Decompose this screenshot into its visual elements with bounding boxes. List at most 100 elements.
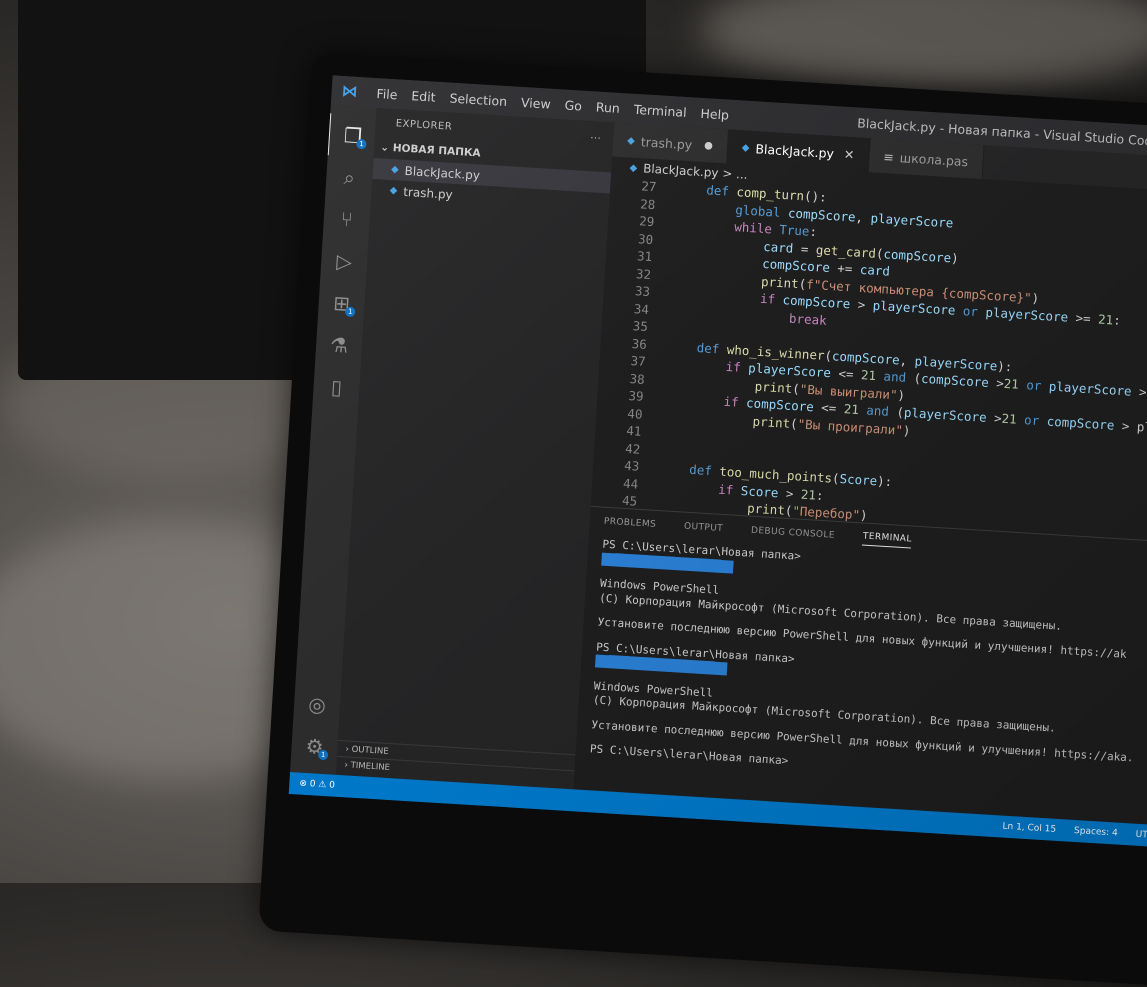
laptop-screen: ⋈ File Edit Selection View Go Run Termin… [288, 75, 1147, 848]
code-token: card [859, 261, 891, 279]
menu-file[interactable]: File [369, 85, 405, 102]
code-token: Score [740, 482, 779, 500]
code-token: print [760, 273, 800, 291]
python-icon: ◆ [390, 164, 399, 176]
menu-terminal[interactable]: Terminal [626, 101, 694, 120]
tab-problems[interactable]: PROBLEMS [603, 516, 657, 532]
code-token: print [754, 378, 793, 396]
tab-debug-console[interactable]: DEBUG CONSOLE [751, 525, 835, 543]
menu-selection[interactable]: Selection [442, 90, 514, 109]
search-icon[interactable]: ⌕ [325, 155, 373, 200]
extensions-icon[interactable]: ⊞ 1 [317, 281, 365, 326]
code-token: (): [803, 188, 828, 205]
file-name: BlackJack.py [404, 163, 481, 182]
code-token: <= [813, 399, 845, 417]
code-token: if [717, 481, 742, 498]
menu-help[interactable]: Help [693, 105, 736, 123]
notebook-icon[interactable]: ▯ [312, 365, 360, 410]
timeline-label: TIMELINE [350, 760, 391, 774]
tab-terminal[interactable]: TERMINAL [862, 531, 913, 549]
indentation[interactable]: Spaces: 4 [1074, 826, 1118, 839]
code-token: 21 [800, 486, 817, 503]
file-name: trash.py [402, 184, 454, 202]
activity-bar-bottom: ◎ ⚙ 1 [290, 682, 341, 769]
vscode-logo: ⋈ [341, 80, 359, 101]
code-token: ) [950, 249, 960, 266]
close-icon[interactable]: ✕ [844, 146, 855, 162]
terminal-output[interactable]: PS C:\Users\lerar\Новая папка> █████████… [576, 537, 1147, 792]
code-token: 21 [1003, 375, 1020, 392]
code-token: >= [1067, 309, 1099, 327]
code-token: ) [902, 422, 911, 438]
encoding[interactable]: UT [1135, 830, 1147, 841]
code-token: and [875, 368, 915, 386]
code-token: > [849, 296, 874, 313]
unsaved-dot-icon[interactable]: ● [704, 140, 713, 152]
explorer-title: EXPLORER [395, 117, 453, 133]
code-token: def [688, 461, 720, 479]
code-token: if [723, 393, 747, 411]
code-token: print [752, 413, 791, 431]
run-debug-icon[interactable]: ▷ [320, 239, 368, 284]
python-icon: ◆ [389, 185, 398, 197]
tab-label: BlackJack.py [755, 140, 835, 161]
code-token: 21 [843, 401, 860, 418]
code-token: : [1112, 312, 1122, 328]
menu-edit[interactable]: Edit [404, 87, 443, 104]
code-token: 21 [1097, 311, 1114, 328]
workbench: ❐ 1 ⌕ ⑂ ▷ ⊞ 1 ⚗ ▯ ◎ ⚙ 1 EXPLORER ... ⌄ Н… [290, 105, 1147, 826]
settings-gear-icon[interactable]: ⚙ 1 [290, 724, 338, 769]
tab-label: trash.py [640, 133, 693, 152]
laptop: ⋈ File Edit Selection View Go Run Termin… [258, 52, 1147, 987]
code-token: > [777, 484, 802, 502]
code-token: def [705, 182, 737, 200]
account-icon[interactable]: ◎ [293, 682, 341, 727]
code-token: or [1018, 376, 1050, 394]
code-token: if [725, 358, 749, 376]
explorer-sidebar: EXPLORER ... ⌄ НОВАЯ ПАПКА ◆ BlackJack.p… [335, 108, 615, 790]
badge: 1 [356, 138, 367, 150]
flask-icon[interactable]: ⚗ [315, 323, 363, 368]
badge: 1 [344, 306, 356, 318]
tab-output[interactable]: OUTPUT [684, 521, 724, 536]
code-token: : [815, 487, 824, 503]
code-token: and [858, 402, 897, 420]
code-token: = [792, 240, 817, 257]
editor-area: ◆ trash.py ● ◆ BlackJack.py ✕ ≡ школа.pa… [573, 122, 1147, 826]
files-icon[interactable]: ❐ 1 [326, 113, 378, 159]
code-editor[interactable]: 27 def comp_turn (): 28 global compScore, … [590, 176, 1147, 542]
blanket-fold [700, 0, 1147, 90]
code-token: card [762, 238, 794, 256]
bottom-panel: PROBLEMS OUTPUT DEBUG CONSOLE TERMINAL P… [573, 505, 1147, 826]
menu-run[interactable]: Run [589, 99, 628, 116]
code-token: , [899, 351, 916, 368]
problems-count[interactable]: ⊗ 0 ⚠ 0 [299, 779, 335, 791]
source-control-icon[interactable]: ⑂ [323, 197, 371, 242]
code-token: : [809, 223, 818, 240]
cursor-position[interactable]: Ln 1, Col 15 [1002, 822, 1056, 835]
python-icon: ◆ [741, 141, 750, 154]
outline-label: OUTLINE [351, 744, 389, 757]
code-token: Score [839, 471, 878, 489]
code-token: <= [830, 365, 862, 383]
more-actions-button[interactable]: ... [590, 130, 602, 142]
menu-go[interactable]: Go [557, 97, 589, 114]
code-token: def [696, 339, 728, 357]
folder-name: НОВАЯ ПАПКА [392, 142, 481, 160]
code-token: or [954, 302, 986, 320]
pascal-file-icon: ≡ [882, 148, 895, 165]
code-token: > co [1138, 384, 1147, 400]
code-token: if [759, 290, 784, 308]
code-token: or [1016, 411, 1048, 429]
chevron-down-icon: ⌄ [379, 141, 394, 155]
code-token: ) [897, 386, 906, 403]
code-token: ): [876, 473, 893, 490]
code-token: break [788, 310, 828, 328]
code-token: > [988, 374, 1005, 391]
code-token: , [855, 209, 872, 225]
badge: 1 [317, 749, 329, 761]
menu-view[interactable]: View [514, 94, 559, 112]
code-token: True [778, 221, 810, 239]
